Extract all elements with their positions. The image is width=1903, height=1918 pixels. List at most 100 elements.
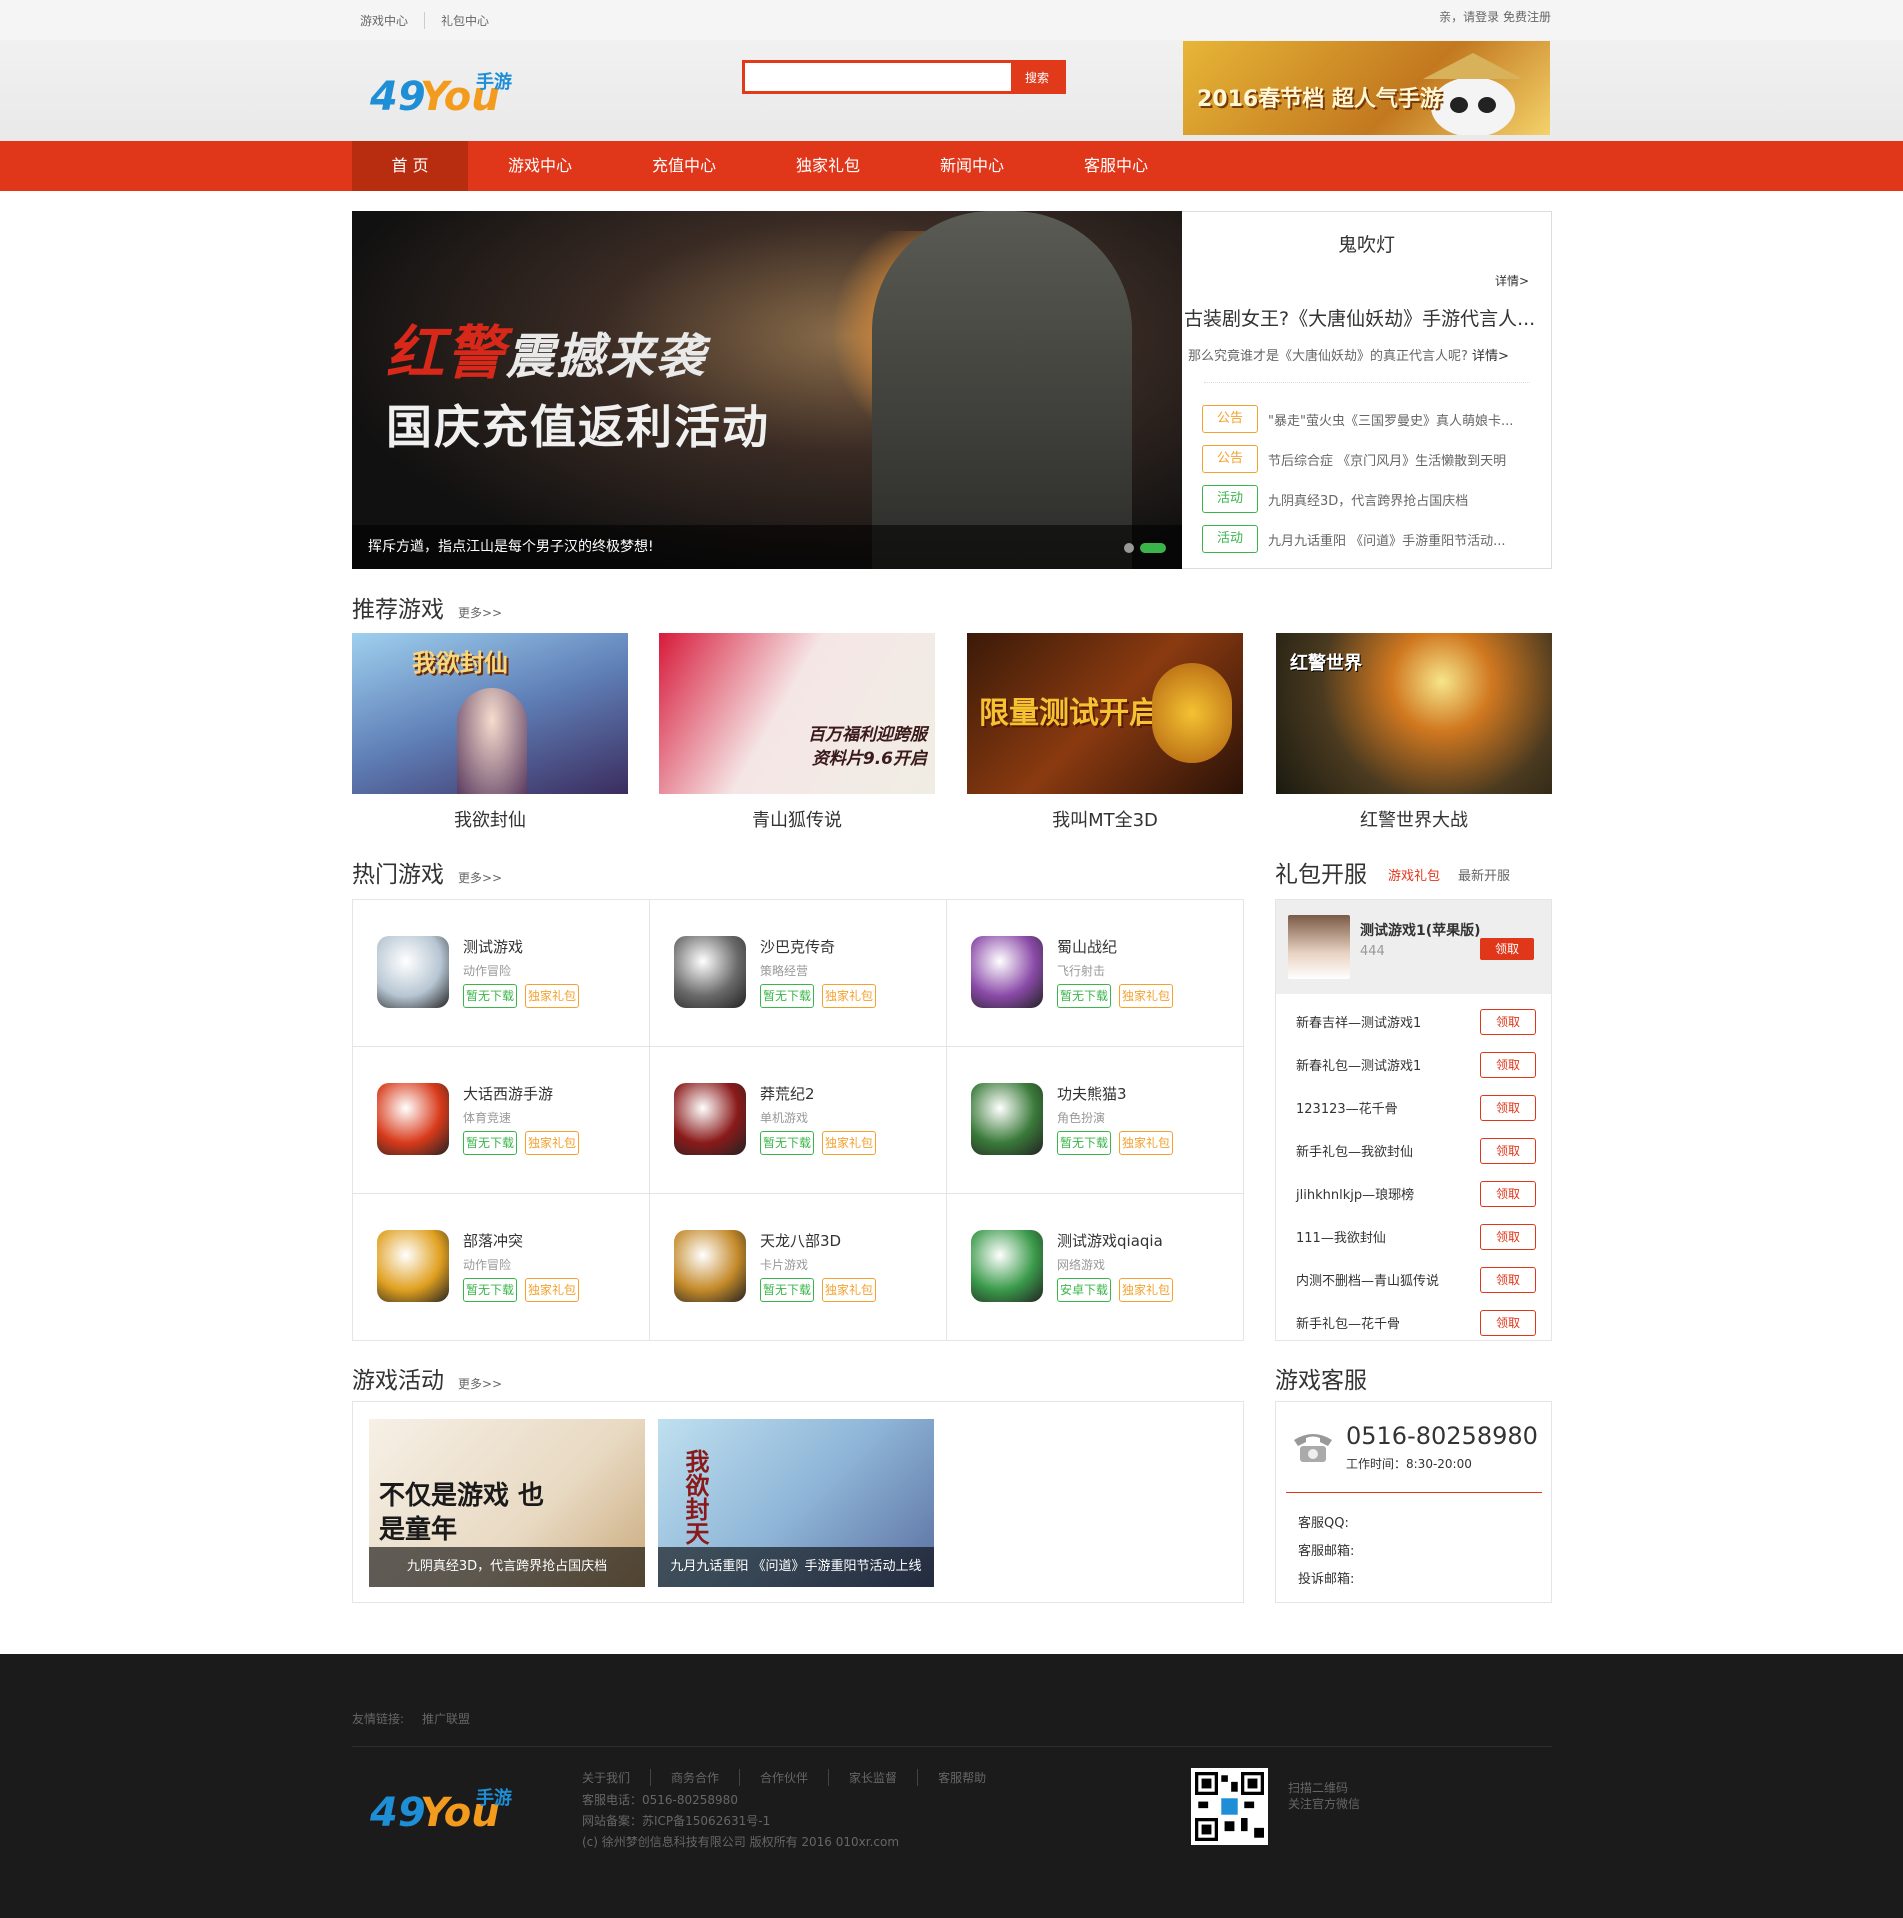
game-icon[interactable] [674, 1230, 746, 1302]
footer-link-about[interactable]: 关于我们 [582, 1769, 650, 1786]
game-icon[interactable] [971, 1083, 1043, 1155]
claim-button[interactable]: 领取 [1480, 1180, 1536, 1207]
hero-slider[interactable]: 红警震撼来袭 国庆充值返利活动 挥斥方遒，指点江山是每个男子汉的终极梦想! [352, 211, 1182, 569]
recommend-card[interactable]: 限量测试开启 我叫MT全3D [967, 633, 1243, 832]
hot-game-card[interactable]: 测试游戏 动作冒险 暂无下载 独家礼包 [353, 900, 650, 1047]
hot-game-card[interactable]: 莽荒纪2 单机游戏 暂无下载 独家礼包 [650, 1047, 947, 1194]
footer-link-business[interactable]: 商务合作 [650, 1769, 739, 1786]
hot-game-card[interactable]: 大话西游手游 体育竞速 暂无下载 独家礼包 [353, 1047, 650, 1194]
hot-game-card[interactable]: 天龙八部3D 卡片游戏 暂无下载 独家礼包 [650, 1194, 947, 1341]
gift-button[interactable]: 独家礼包 [822, 1131, 877, 1155]
slider-dot[interactable] [1124, 543, 1134, 553]
hot-game-card[interactable]: 部落冲突 动作冒险 暂无下载 独家礼包 [353, 1194, 650, 1341]
news-headline-2[interactable]: 古装剧女王?《大唐仙妖劫》手游代言人... [1184, 304, 1550, 331]
gift-button[interactable]: 独家礼包 [1119, 1278, 1174, 1302]
claim-button[interactable]: 领取 [1480, 1094, 1536, 1121]
search-input[interactable] [745, 63, 1011, 91]
game-name[interactable]: 天龙八部3D [760, 1230, 841, 1251]
claim-button[interactable]: 领取 [1480, 1309, 1536, 1336]
tab-new-server[interactable]: 最新开服 [1458, 865, 1510, 884]
hot-game-card[interactable]: 蜀山战纪 飞行射击 暂无下载 独家礼包 [947, 900, 1244, 1047]
game-icon[interactable] [377, 1083, 449, 1155]
download-button[interactable]: 暂无下载 [463, 1131, 518, 1155]
topbar-link-gifts[interactable]: 礼包中心 [424, 12, 489, 29]
footer-link-partners[interactable]: 合作伙伴 [739, 1769, 828, 1786]
game-name[interactable]: 大话西游手游 [463, 1083, 553, 1104]
download-button[interactable]: 暂无下载 [1057, 984, 1112, 1008]
footer-link-parents[interactable]: 家长监督 [828, 1769, 917, 1786]
hot-game-card[interactable]: 沙巴克传奇 策略经营 暂无下载 独家礼包 [650, 900, 947, 1047]
header-ad-banner[interactable]: 2016春节档 超人气手游 [1183, 41, 1550, 135]
recommend-more-link[interactable]: 更多>> [458, 604, 502, 621]
hot-game-card[interactable]: 测试游戏qiaqia 网络游戏 安卓下载 独家礼包 [947, 1194, 1244, 1341]
gift-button[interactable]: 独家礼包 [822, 1278, 877, 1302]
claim-button[interactable]: 领取 [1480, 1223, 1536, 1250]
search-button[interactable]: 搜索 [1011, 63, 1063, 91]
slider-dot-active[interactable] [1140, 543, 1166, 553]
gift-button[interactable]: 独家礼包 [525, 1278, 580, 1302]
claim-button[interactable]: 领取 [1480, 938, 1534, 960]
footer-logo[interactable]: 49 You 手游 [370, 1780, 525, 1835]
gift-item-name[interactable]: 新手礼包—我欲封仙 [1296, 1141, 1413, 1160]
recommend-card[interactable]: 百万福利迎跨服 资料片9.6开启 青山狐传说 [659, 633, 935, 832]
download-button[interactable]: 暂无下载 [1057, 1131, 1112, 1155]
download-button[interactable]: 暂无下载 [760, 984, 815, 1008]
game-name[interactable]: 测试游戏qiaqia [1057, 1230, 1163, 1251]
game-name[interactable]: 部落冲突 [463, 1230, 523, 1251]
gift-item-name[interactable]: jlihkhnlkjp—琅琊榜 [1296, 1184, 1414, 1203]
tab-game-gift[interactable]: 游戏礼包 [1388, 865, 1440, 884]
nav-recharge[interactable]: 充值中心 [612, 141, 756, 191]
nav-news[interactable]: 新闻中心 [900, 141, 1044, 191]
game-icon[interactable] [674, 1083, 746, 1155]
game-name[interactable]: 功夫熊猫3 [1057, 1083, 1127, 1104]
game-name[interactable]: 沙巴克传奇 [760, 936, 835, 957]
game-icon[interactable] [377, 1230, 449, 1302]
gift-featured-name[interactable]: 测试游戏1(苹果版) [1360, 920, 1481, 940]
news-item[interactable]: 公告 "暴走"萤火虫《三国罗曼史》真人萌娘卡... [1202, 399, 1513, 439]
nav-service[interactable]: 客服中心 [1044, 141, 1188, 191]
news-detail-link[interactable]: 详情> [1495, 272, 1529, 289]
game-name[interactable]: 测试游戏 [463, 936, 523, 957]
news-item[interactable]: 活动 九阴真经3D，代言跨界抢占国庆档 [1202, 479, 1513, 519]
recommend-card[interactable]: 红警世界 红警世界大战 [1276, 633, 1552, 832]
activity-card[interactable]: 不仅是游戏 也是童年 九阴真经3D，代言跨界抢占国庆档 [369, 1419, 645, 1587]
download-button[interactable]: 暂无下载 [760, 1131, 815, 1155]
recommend-name[interactable]: 我欲封仙 [352, 806, 628, 832]
game-icon[interactable] [971, 936, 1043, 1008]
site-logo[interactable]: 49 You 手游 [370, 64, 525, 119]
login-register-link[interactable]: 亲，请登录 免费注册 [1439, 8, 1551, 25]
claim-button[interactable]: 领取 [1480, 1266, 1536, 1293]
gift-button[interactable]: 独家礼包 [1119, 1131, 1174, 1155]
recommend-name[interactable]: 青山狐传说 [659, 806, 935, 832]
gift-item-name[interactable]: 111—我欲封仙 [1296, 1227, 1386, 1246]
news-desc-link[interactable]: 详情> [1472, 349, 1509, 364]
footer-link-help[interactable]: 客服帮助 [917, 1769, 1006, 1786]
recommend-name[interactable]: 我叫MT全3D [967, 806, 1243, 832]
recommend-name[interactable]: 红警世界大战 [1276, 806, 1552, 832]
game-icon[interactable] [971, 1230, 1043, 1302]
gift-item-name[interactable]: 内测不删档—青山狐传说 [1296, 1270, 1439, 1289]
friend-link[interactable]: 推广联盟 [422, 1710, 470, 1727]
download-button[interactable]: 安卓下载 [1057, 1278, 1112, 1302]
gift-button[interactable]: 独家礼包 [822, 984, 877, 1008]
topbar-link-games[interactable]: 游戏中心 [360, 12, 408, 29]
news-item[interactable]: 公告 节后综合症 《京门风月》生活懒散到天明 [1202, 439, 1513, 479]
claim-button[interactable]: 领取 [1480, 1137, 1536, 1164]
gift-item-name[interactable]: 新手礼包—花千骨 [1296, 1313, 1400, 1332]
gift-item-name[interactable]: 新春吉祥—测试游戏1 [1296, 1012, 1421, 1031]
nav-games[interactable]: 游戏中心 [468, 141, 612, 191]
gift-button[interactable]: 独家礼包 [525, 1131, 580, 1155]
hot-more-link[interactable]: 更多>> [458, 869, 502, 886]
nav-home[interactable]: 首 页 [352, 141, 468, 191]
claim-button[interactable]: 领取 [1480, 1051, 1536, 1078]
gift-button[interactable]: 独家礼包 [1119, 984, 1174, 1008]
recommend-card[interactable]: 我欲封仙 我欲封仙 [352, 633, 628, 832]
download-button[interactable]: 暂无下载 [760, 1278, 815, 1302]
game-name[interactable]: 莽荒纪2 [760, 1083, 815, 1104]
nav-gifts[interactable]: 独家礼包 [756, 141, 900, 191]
game-icon[interactable] [674, 936, 746, 1008]
download-button[interactable]: 暂无下载 [463, 984, 518, 1008]
activity-more-link[interactable]: 更多>> [458, 1375, 502, 1392]
game-name[interactable]: 蜀山战纪 [1057, 936, 1117, 957]
game-icon[interactable] [377, 936, 449, 1008]
